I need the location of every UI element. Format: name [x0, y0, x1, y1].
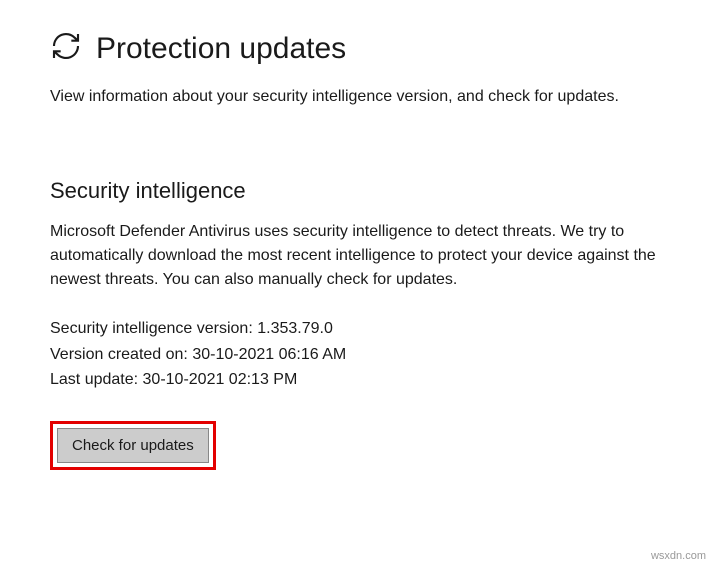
- created-line: Version created on: 30-10-2021 06:16 AM: [50, 342, 666, 368]
- lastupdate-label: Last update:: [50, 371, 143, 388]
- created-label: Version created on:: [50, 346, 192, 363]
- watermark: wsxdn.com: [651, 550, 706, 562]
- info-block: Security intelligence version: 1.353.79.…: [50, 316, 666, 393]
- version-value: 1.353.79.0: [257, 320, 333, 337]
- section-description: Microsoft Defender Antivirus uses securi…: [50, 220, 666, 292]
- version-label: Security intelligence version:: [50, 320, 257, 337]
- check-for-updates-button[interactable]: Check for updates: [57, 428, 209, 463]
- version-line: Security intelligence version: 1.353.79.…: [50, 316, 666, 342]
- button-highlight: Check for updates: [50, 421, 216, 470]
- section-title: Security intelligence: [50, 178, 666, 204]
- page-header: Protection updates: [50, 30, 666, 67]
- lastupdate-value: 30-10-2021 02:13 PM: [143, 371, 298, 388]
- page-title: Protection updates: [96, 32, 346, 66]
- page-description: View information about your security int…: [50, 85, 666, 108]
- created-value: 30-10-2021 06:16 AM: [192, 346, 346, 363]
- refresh-icon: [50, 30, 82, 67]
- lastupdate-line: Last update: 30-10-2021 02:13 PM: [50, 367, 666, 393]
